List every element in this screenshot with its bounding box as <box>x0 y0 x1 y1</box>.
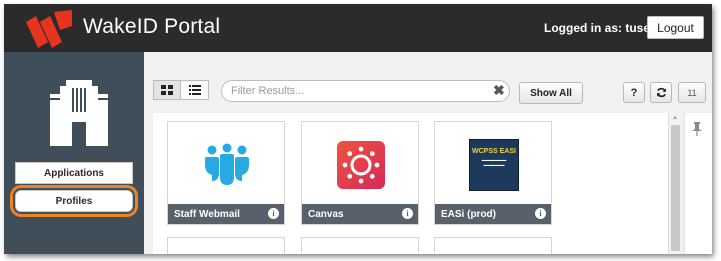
main-content: ✖ Show All ? 11 <box>144 52 712 254</box>
app-tile-easi[interactable]: WCPSS EASI ▬▬▬▬▬▬▬ ▬▬▬▬▬▬ EASi (prod) i <box>434 121 552 225</box>
app-tile-partial[interactable] <box>301 237 419 254</box>
grid-view-button[interactable] <box>153 80 181 100</box>
grid-scrollbar[interactable]: ▲ <box>668 113 681 254</box>
app-tile-canvas[interactable]: Canvas i <box>301 121 419 225</box>
help-button[interactable]: ? <box>623 82 645 103</box>
pin-icon[interactable] <box>692 122 702 136</box>
canvas-icon <box>336 139 386 191</box>
scroll-up-arrow-icon[interactable]: ▲ <box>672 115 678 121</box>
easi-logo-title: WCPSS EASI <box>472 148 516 155</box>
info-icon[interactable]: i <box>402 208 413 219</box>
sidebar-item-applications[interactable]: Applications <box>15 162 133 184</box>
list-view-button[interactable] <box>181 80 209 100</box>
view-toggle <box>153 80 209 100</box>
scroll-thumb[interactable] <box>671 125 680 251</box>
login-label: Logged in as: <box>544 21 622 35</box>
show-all-button[interactable]: Show All <box>519 82 583 104</box>
list-view-icon <box>188 85 201 95</box>
easi-logo: WCPSS EASI ▬▬▬▬▬▬▬ ▬▬▬▬▬▬ <box>469 139 519 191</box>
easi-icon: WCPSS EASI ▬▬▬▬▬▬▬ ▬▬▬▬▬▬ <box>469 139 519 191</box>
app-tile-label: Staff Webmail i <box>168 204 284 224</box>
campus-logo-icon <box>50 80 108 146</box>
sidebar: Applications Profiles <box>4 52 144 254</box>
app-grid: Staff Webmail i Canvas i WCPSS EASI ▬▬▬▬… <box>153 113 668 254</box>
pinned-panel <box>684 113 712 254</box>
app-tile-staff-webmail[interactable]: Staff Webmail i <box>167 121 285 225</box>
refresh-icon <box>656 87 666 98</box>
page-size-select[interactable]: 11 <box>678 82 706 103</box>
refresh-button[interactable] <box>650 82 672 103</box>
sidebar-item-profiles[interactable]: Profiles <box>10 185 138 217</box>
info-icon[interactable]: i <box>535 208 546 219</box>
app-name: Staff Webmail <box>174 208 240 220</box>
clear-filter-icon[interactable]: ✖ <box>493 83 505 97</box>
app-tile-label: Canvas i <box>302 204 418 224</box>
app-title: WakeID Portal <box>83 15 221 38</box>
filter-input[interactable] <box>221 80 510 102</box>
logout-button[interactable]: Logout <box>647 16 704 39</box>
top-bar: WakeID Portal Logged in as: tuser Logout <box>4 4 712 52</box>
info-icon[interactable]: i <box>268 208 279 219</box>
app-tile-partial[interactable] <box>434 237 552 254</box>
staff-webmail-icon <box>202 139 252 191</box>
easi-logo-subtext: ▬▬▬▬▬▬▬ ▬▬▬▬▬▬ <box>481 158 507 167</box>
portal-window: WakeID Portal Logged in as: tuser Logout… <box>4 4 712 254</box>
login-status: Logged in as: tuser <box>544 21 655 35</box>
wakeid-logo-icon <box>26 10 72 48</box>
app-name: Canvas <box>308 208 344 220</box>
grid-view-icon <box>161 85 173 95</box>
app-tile-partial[interactable] <box>167 237 285 254</box>
app-name: EASi (prod) <box>441 208 496 220</box>
app-tile-label: EASi (prod) i <box>435 204 551 224</box>
